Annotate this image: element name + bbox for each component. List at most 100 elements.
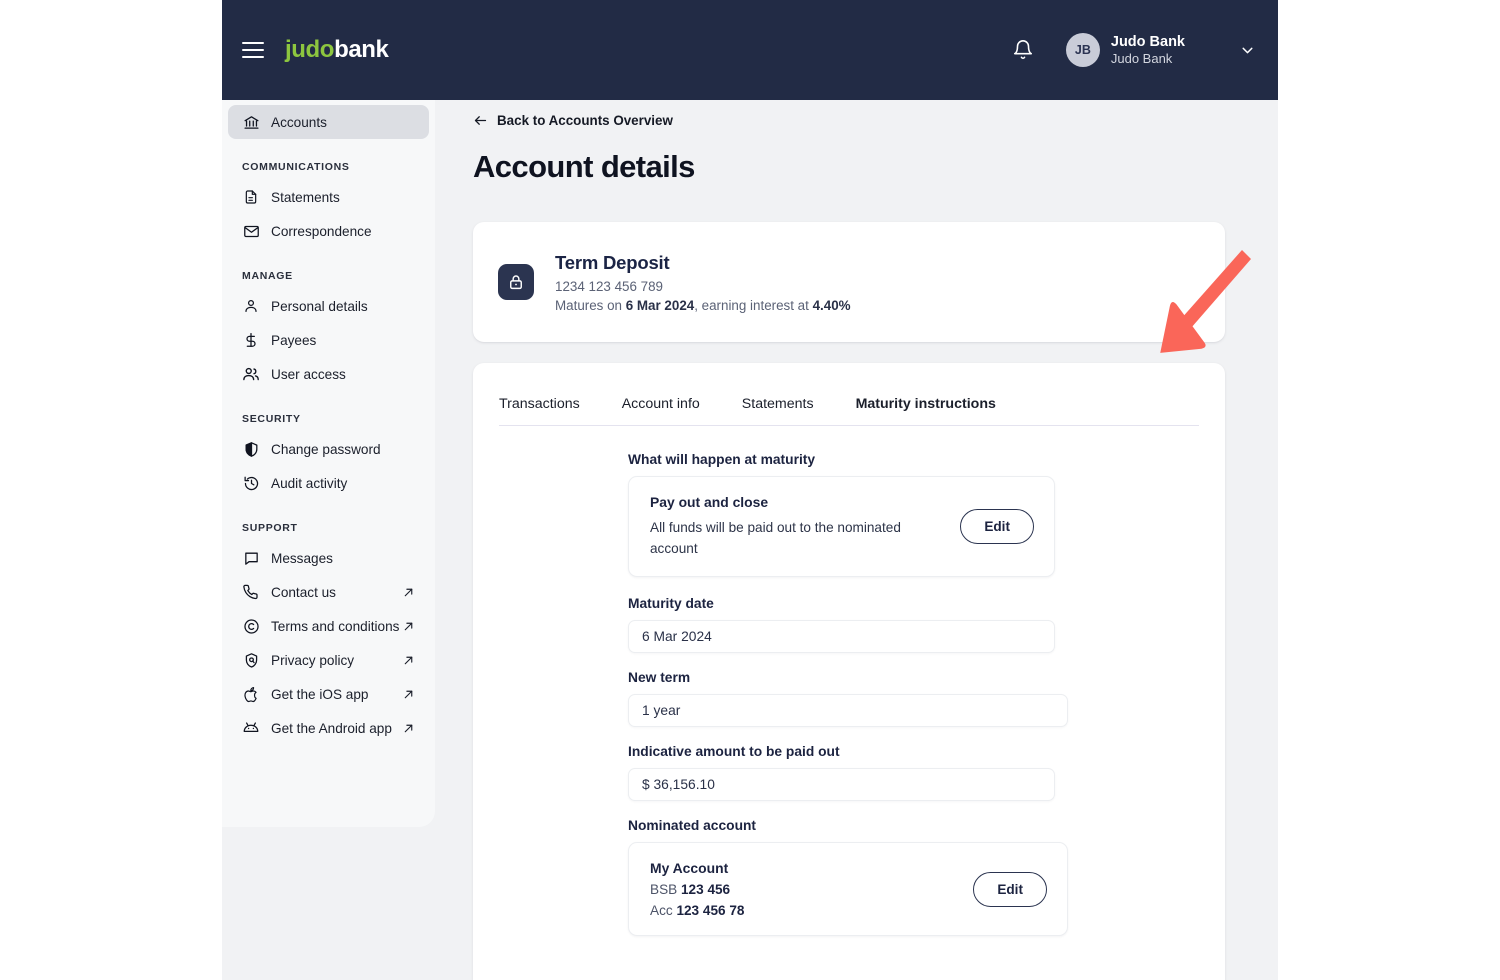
bank-icon xyxy=(242,113,260,131)
avatar[interactable]: JB xyxy=(1065,33,1100,67)
new-term-field: 1 year xyxy=(628,694,1068,728)
sidebar-item-label: Messages xyxy=(271,550,333,566)
bsb-label: BSB xyxy=(650,882,681,898)
person-icon xyxy=(242,297,260,315)
sidebar-item-payees[interactable]: Payees xyxy=(228,323,429,357)
maturity-instructions-panel: What will happen at maturity Pay out and… xyxy=(473,426,1225,937)
back-to-accounts-overview-link[interactable]: Back to Accounts Overview xyxy=(473,113,673,128)
sidebar-group-manage: MANAGE xyxy=(242,270,293,282)
sidebar-item-privacy-policy[interactable]: Privacy policy xyxy=(228,643,429,677)
sidebar-item-change-password[interactable]: Change password xyxy=(228,432,429,466)
sidebar-item-label: Get the iOS app xyxy=(271,686,369,702)
main-content: Back to Accounts Overview Account detail… xyxy=(435,100,1278,980)
user-info[interactable]: Judo Bank Judo Bank xyxy=(1111,33,1185,67)
tab-statements[interactable]: Statements xyxy=(742,396,814,425)
judobank-logo[interactable]: judobank xyxy=(285,36,389,64)
app-window: judobank JB Judo Bank Judo Bank Accounts… xyxy=(222,0,1278,980)
sidebar-group-communications: COMMUNICATIONS xyxy=(242,161,350,173)
arrow-left-icon xyxy=(473,113,488,128)
user-subtitle: Judo Bank xyxy=(1110,50,1173,66)
maturity-instruction-card: Pay out and close All funds will be paid… xyxy=(628,476,1055,578)
sidebar-item-statements[interactable]: Statements xyxy=(228,180,429,214)
external-link-icon xyxy=(402,654,415,667)
history-icon xyxy=(242,474,260,492)
account-number: 1234 123 456 789 xyxy=(555,278,663,294)
acc-value: 123 456 78 xyxy=(676,903,745,919)
chat-icon xyxy=(242,549,260,567)
logo-judo-text: judo xyxy=(285,36,335,63)
sidebar-item-label: Terms and conditions xyxy=(271,618,400,634)
account-tabs-card: Transactions Account info Statements Mat… xyxy=(473,363,1225,980)
back-link-label: Back to Accounts Overview xyxy=(497,113,673,128)
hamburger-icon[interactable] xyxy=(242,42,264,58)
sidebar-item-audit-activity[interactable]: Audit activity xyxy=(228,466,429,500)
tab-transactions[interactable]: Transactions xyxy=(499,396,580,425)
sidebar-group-security: SECURITY xyxy=(242,413,301,425)
edit-nominated-account-button[interactable]: Edit xyxy=(973,871,1047,907)
external-link-icon xyxy=(402,688,415,701)
tab-account-info[interactable]: Account info xyxy=(622,396,700,425)
interest-rate-value: 4.40% xyxy=(812,297,851,313)
sidebar-item-terms-and-conditions[interactable]: Terms and conditions xyxy=(228,609,429,643)
sidebar-item-label: Payees xyxy=(271,332,317,348)
nominated-account-title: My Account xyxy=(650,860,729,877)
bell-icon[interactable] xyxy=(1004,31,1042,69)
sidebar-item-label: Contact us xyxy=(271,584,336,600)
nominated-account-card: My Account BSB 123 456 Acc 123 456 78 Ed… xyxy=(628,842,1068,937)
envelope-icon xyxy=(242,222,260,240)
sidebar-item-accounts[interactable]: Accounts xyxy=(228,105,429,139)
external-link-icon xyxy=(402,722,415,735)
sidebar-item-personal-details[interactable]: Personal details xyxy=(228,289,429,323)
sidebar-group-support: SUPPORT xyxy=(242,522,298,534)
sidebar-item-messages[interactable]: Messages xyxy=(228,541,429,575)
copyright-icon xyxy=(242,617,260,635)
nominated-account-label: Nominated account xyxy=(628,818,757,834)
tab-maturity-instructions[interactable]: Maturity instructions xyxy=(856,396,996,425)
maturity-instruction-title: Pay out and close xyxy=(650,494,769,510)
sidebar-item-label: User access xyxy=(271,366,346,382)
sidebar-item-label: Privacy policy xyxy=(271,652,355,668)
maturity-date-field: 6 Mar 2024 xyxy=(628,620,1055,654)
sidebar-item-label: Statements xyxy=(271,189,340,205)
lock-icon xyxy=(498,264,534,300)
nominated-account-text: My Account BSB 123 456 Acc 123 456 78 xyxy=(650,860,973,918)
sidebar-item-get-android-app[interactable]: Get the Android app xyxy=(228,711,429,745)
people-icon xyxy=(242,365,260,383)
privacy-shield-icon xyxy=(242,651,260,669)
account-maturity-line: Matures on 6 Mar 2024, earning interest … xyxy=(555,298,851,313)
top-header-bar: judobank JB Judo Bank Judo Bank xyxy=(222,0,1278,100)
external-link-icon xyxy=(402,586,415,599)
shield-icon xyxy=(242,440,260,458)
maturity-date-value: 6 Mar 2024 xyxy=(625,297,695,313)
chevron-down-icon[interactable] xyxy=(1239,42,1256,59)
document-icon xyxy=(242,188,260,206)
header-right-group: JB Judo Bank Judo Bank xyxy=(1004,31,1278,69)
sidebar-item-label: Correspondence xyxy=(271,223,372,239)
user-name: Judo Bank xyxy=(1110,33,1185,50)
maturity-date-label: Maturity date xyxy=(628,596,714,612)
sidebar-item-user-access[interactable]: User access xyxy=(228,357,429,391)
sidebar: Accounts COMMUNICATIONS Statements Corre… xyxy=(222,100,435,827)
new-term-label: New term xyxy=(628,670,691,686)
account-summary-info: Term Deposit 1234 123 456 789 Matures on… xyxy=(555,252,851,313)
maturity-instruction-description: All funds will be paid out to the nomina… xyxy=(650,520,901,556)
apple-icon xyxy=(242,685,260,703)
bsb-value: 123 456 xyxy=(680,882,731,898)
maturity-instruction-text: Pay out and close All funds will be paid… xyxy=(650,494,960,559)
nominated-account-bsb: BSB 123 456 xyxy=(650,882,973,897)
sidebar-item-label: Accounts xyxy=(271,114,327,130)
sidebar-item-label: Audit activity xyxy=(271,475,348,491)
maturity-middle: , earning interest at xyxy=(694,297,813,313)
dollar-icon xyxy=(242,331,260,349)
sidebar-item-correspondence[interactable]: Correspondence xyxy=(228,214,429,248)
sidebar-item-get-ios-app[interactable]: Get the iOS app xyxy=(228,677,429,711)
account-type-title: Term Deposit xyxy=(555,251,670,273)
edit-maturity-instruction-button[interactable]: Edit xyxy=(960,509,1034,545)
logo-bank-text: bank xyxy=(334,36,389,63)
sidebar-item-contact-us[interactable]: Contact us xyxy=(228,575,429,609)
what-happens-at-maturity-label: What will happen at maturity xyxy=(628,452,816,467)
nominated-account-acc: Acc 123 456 78 xyxy=(650,903,973,918)
acc-label: Acc xyxy=(650,903,677,919)
page-title: Account details xyxy=(473,149,695,184)
external-link-icon xyxy=(402,620,415,633)
